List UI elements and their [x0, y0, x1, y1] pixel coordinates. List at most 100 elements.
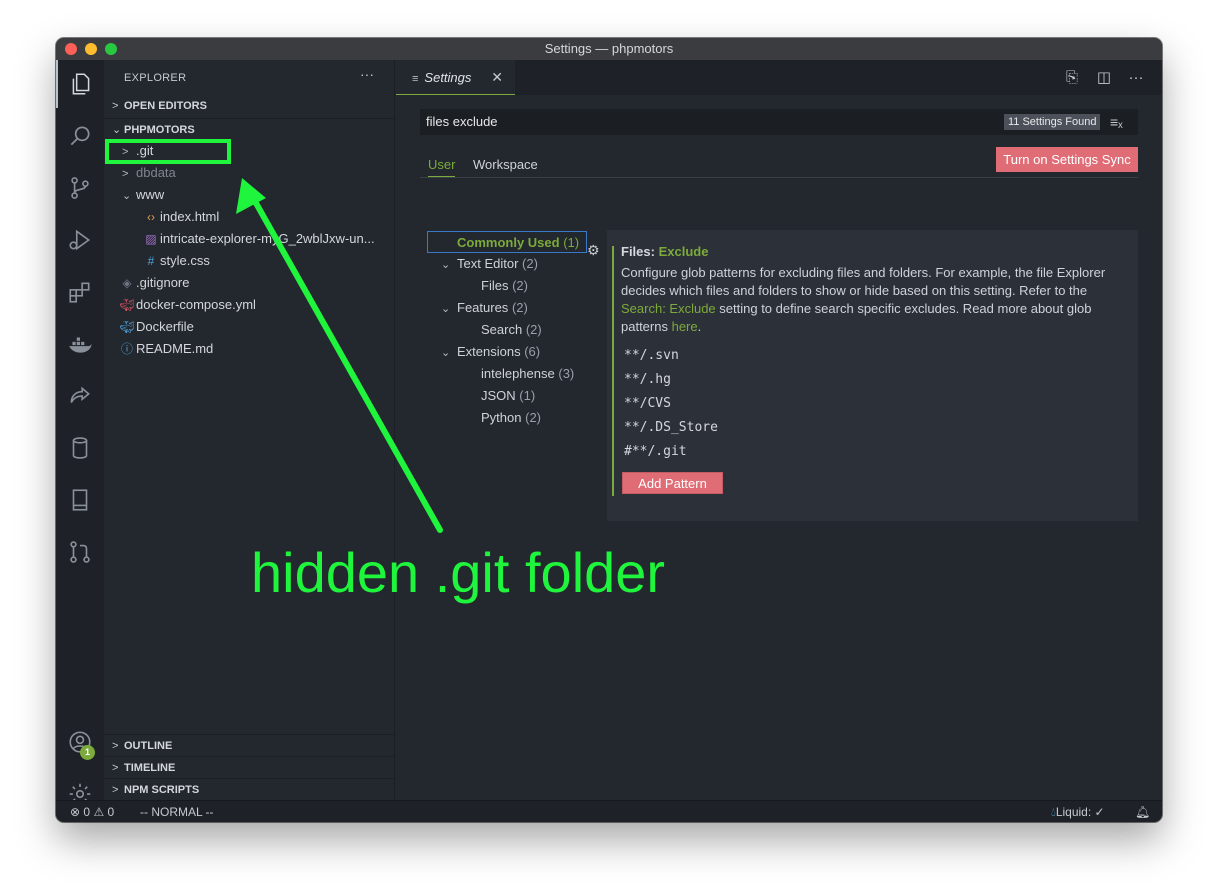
toc-label: Search [481, 322, 523, 337]
tree-label: README.md [136, 341, 214, 356]
pattern-item[interactable]: **/.hg [624, 372, 671, 387]
toc-python[interactable]: Python (2) [481, 407, 541, 429]
add-pattern-button[interactable]: Add Pattern [622, 472, 723, 494]
warning-count: 0 [107, 805, 115, 819]
chevron-down-icon: ⌄ [441, 347, 451, 359]
open-json-icon[interactable]: ⎘ [1062, 68, 1082, 88]
outline-section[interactable]: > OUTLINE [104, 734, 395, 756]
toc-json[interactable]: JSON (1) [481, 385, 535, 407]
title-bar: Settings — phpmotors [56, 38, 1162, 60]
toc-text-editor[interactable]: ⌄ Text Editor (2) [441, 253, 538, 275]
toc-count: (6) [524, 344, 541, 359]
modified-indicator [612, 246, 614, 496]
explorer-icon[interactable] [56, 60, 104, 108]
pattern-item[interactable]: **/.svn [624, 348, 679, 363]
warning-icon: ⚠ [93, 805, 105, 819]
toc-count: (1) [563, 235, 580, 250]
tree-file-docker-compose[interactable]: 🐳︎docker-compose.yml [118, 294, 256, 316]
problems-status[interactable]: ⊗ 0 ⚠ 0 [70, 801, 114, 822]
tree-file-index-html[interactable]: ‹› index.html [142, 206, 219, 228]
toc-count: (2) [525, 322, 542, 337]
liquid-status[interactable]: 💧︎Liquid: ✓ [1051, 801, 1105, 822]
notifications-bell-icon[interactable]: 🔔︎ [1135, 801, 1150, 822]
close-window-button[interactable] [65, 43, 77, 55]
toc-count: (3) [558, 366, 575, 381]
extensions-icon[interactable] [56, 268, 104, 316]
toc-intelephense[interactable]: intelephense (3) [481, 363, 574, 385]
toc-features[interactable]: ⌄ Features (2) [441, 297, 528, 319]
settings-sync-button[interactable]: Turn on Settings Sync [996, 147, 1138, 172]
clear-filter-icon[interactable]: ≡ₓ [1110, 109, 1123, 135]
git-folder-highlight [105, 139, 231, 164]
timeline-section[interactable]: > TIMELINE [104, 756, 395, 778]
tab-settings[interactable]: ≡ Settings ✕ [396, 60, 515, 95]
section-label: OPEN EDITORS [124, 100, 207, 112]
docker-icon[interactable] [56, 320, 104, 368]
pull-request-icon[interactable] [56, 528, 104, 576]
chevron-down-icon: ⌄ [441, 259, 451, 271]
docker-file-icon: 🐳︎ [119, 298, 135, 312]
pattern-item[interactable]: **/.DS_Store [624, 420, 718, 435]
activity-bar: 1 [56, 60, 104, 805]
tree-label: style.css [160, 253, 210, 268]
source-control-icon[interactable] [56, 164, 104, 212]
toc-commonly-used[interactable]: Commonly Used (1) [427, 231, 587, 253]
tab-user[interactable]: User [428, 153, 456, 177]
pattern-item[interactable]: #**/.git [624, 444, 687, 459]
database-icon[interactable] [56, 424, 104, 472]
close-icon[interactable]: ✕ [491, 60, 503, 95]
toc-search[interactable]: Search (2) [481, 319, 542, 341]
tree-file-style-css[interactable]: # style.css [142, 250, 210, 272]
settings-found-badge: 11 Settings Found [1004, 114, 1101, 130]
toc-label: intelephense [481, 366, 555, 381]
run-debug-icon[interactable] [56, 216, 104, 264]
setting-name: Exclude [658, 244, 709, 259]
accounts-icon[interactable]: 1 [56, 718, 104, 766]
toc-label: Python [481, 410, 522, 425]
setting-files-exclude: ⚙ Files: Exclude Configure glob patterns… [587, 230, 1138, 521]
tree-folder-www[interactable]: ⌄ www [122, 184, 164, 206]
section-label: NPM SCRIPTS [124, 784, 200, 796]
open-editors-section[interactable]: > OPEN EDITORS [104, 95, 395, 117]
tree-file-gitignore[interactable]: ◈ .gitignore [118, 272, 189, 294]
toc-files[interactable]: Files (2) [481, 275, 528, 297]
tree-label: Dockerfile [136, 319, 194, 334]
error-icon: ⊗ [70, 805, 81, 819]
desc-text: Configure glob patterns for excluding fi… [621, 265, 1106, 298]
live-share-icon[interactable] [56, 372, 104, 420]
desc-text: . [697, 319, 702, 334]
status-bar: ⊗ 0 ⚠ 0 -- NORMAL -- 💧︎Liquid: ✓ 🔔︎ [56, 800, 1162, 822]
tree-label: www [136, 187, 165, 202]
tab-workspace[interactable]: Workspace [473, 153, 538, 177]
glob-patterns-link[interactable]: here [672, 319, 698, 334]
minimize-window-button[interactable] [85, 43, 97, 55]
zoom-window-button[interactable] [105, 43, 117, 55]
setting-gear-icon[interactable]: ⚙ [587, 242, 600, 259]
vim-mode: -- NORMAL -- [140, 805, 214, 819]
liquid-label: Liquid: ✓ [1055, 805, 1105, 819]
settings-search-input[interactable]: files exclude 11 Settings Found ≡ₓ [420, 109, 1138, 135]
tree-file-image[interactable]: ▨ intricate-explorer-myG_2wblJxw-un... [142, 228, 374, 250]
project-section[interactable]: ⌄ PHPMOTORS [104, 118, 395, 140]
toc-extensions[interactable]: ⌄ Extensions (6) [441, 341, 540, 363]
tree-file-readme[interactable]: ⓘ README.md [118, 338, 213, 360]
toc-label: Features [457, 300, 509, 315]
book-icon[interactable] [56, 476, 104, 524]
tree-label: index.html [160, 209, 220, 224]
pattern-item[interactable]: **/CVS [624, 396, 671, 411]
search-icon[interactable] [56, 112, 104, 160]
npm-scripts-section[interactable]: > NPM SCRIPTS [104, 778, 395, 800]
tree-file-dockerfile[interactable]: 🐳︎Dockerfile [118, 316, 194, 338]
section-label: OUTLINE [124, 740, 173, 752]
setting-category: Files: [621, 244, 655, 259]
chevron-right-icon: > [112, 100, 119, 112]
html-file-icon: ‹› [147, 210, 155, 224]
tree-label: .gitignore [136, 275, 190, 290]
search-exclude-link[interactable]: Search: Exclude [621, 301, 716, 316]
split-editor-icon[interactable]: ◫ [1094, 68, 1114, 88]
more-actions-button[interactable]: ··· [360, 66, 374, 82]
chevron-right-icon: > [112, 740, 119, 752]
more-actions-icon[interactable]: ··· [1126, 68, 1146, 88]
editor-tab-bar: ≡ Settings ✕ ⎘ ◫ ··· [396, 60, 1162, 95]
tree-folder-dbdata[interactable]: > dbdata [122, 162, 176, 184]
